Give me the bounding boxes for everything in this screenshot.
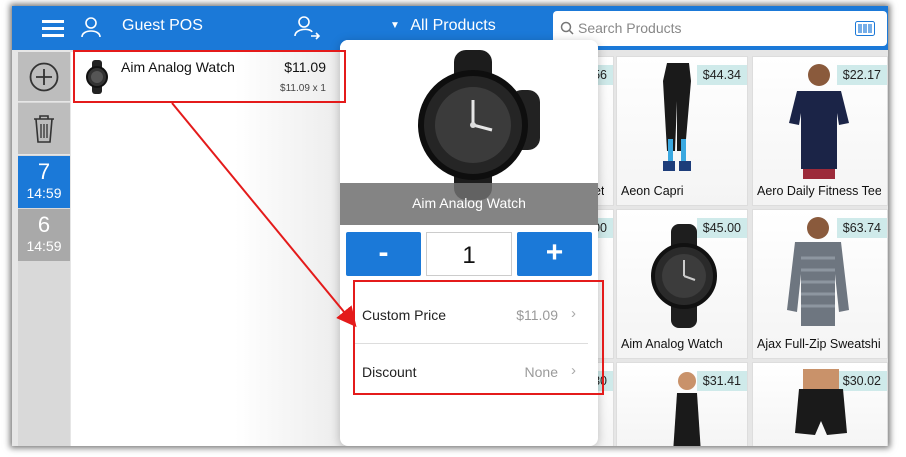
app-window: Guest POS ▼ All Products Search Products [12,6,888,446]
annotation-arrow [171,102,357,328]
